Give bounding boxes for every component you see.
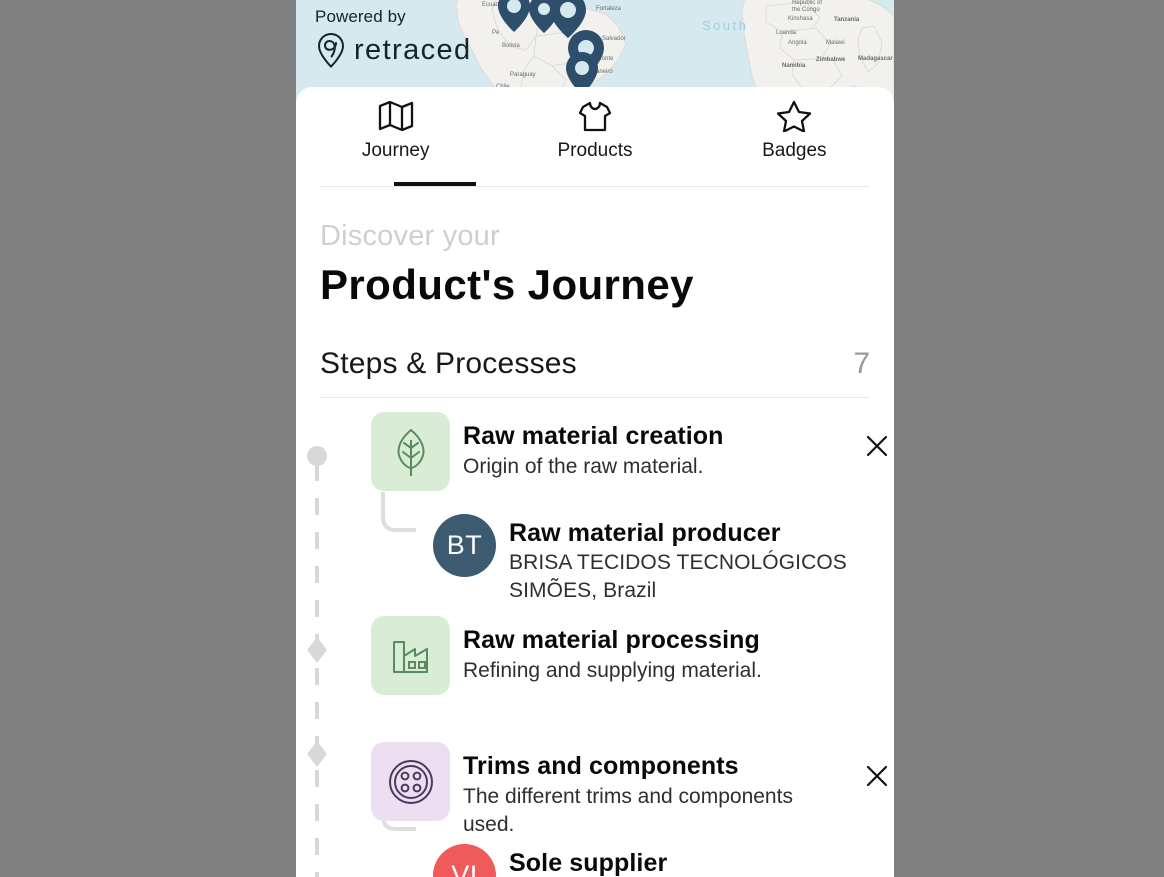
supplier-text: Sole supplier VIBOR FRANCA, Brazil (509, 844, 667, 877)
timeline-step[interactable]: Trims and components The different trims… (320, 742, 894, 842)
tab-journey[interactable]: Journey (296, 99, 495, 186)
map-icon (378, 99, 414, 133)
step-title: Raw material processing (463, 626, 760, 654)
star-icon (777, 99, 812, 133)
svg-text:Kinshasa: Kinshasa (788, 16, 813, 22)
svg-text:Paraguay: Paraguay (510, 72, 536, 78)
step-description: The different trims and components used. (463, 785, 793, 836)
phone-frame: Ecuador Pe Bolivia Paraguay Chile Fortal… (296, 0, 894, 877)
svg-text:Fortaleza: Fortaleza (596, 6, 622, 12)
supplier-row[interactable]: BT Raw material producer BRISA TECIDOS T… (320, 514, 894, 605)
timeline-step[interactable]: Raw material creation Origin of the raw … (320, 412, 894, 512)
factory-icon (392, 640, 428, 673)
step-title: Raw material creation (463, 422, 724, 450)
tab-bar: Journey Products Badges (296, 87, 894, 186)
brand-name: retraced (354, 34, 472, 66)
supplier-name: BRISA TECIDOS TECNOLÓGICOS (509, 551, 847, 574)
brand-block: Powered by retraced (315, 6, 472, 68)
close-icon[interactable] (860, 759, 894, 793)
step-text: Trims and components The different trims… (463, 742, 847, 839)
supplier-location: SIMÕES, Brazil (509, 579, 657, 602)
step-icon-tile (371, 616, 450, 695)
svg-text:the Congo: the Congo (792, 7, 820, 13)
content-sheet: Journey Products Badges Discover your Pr… (296, 87, 894, 877)
tshirt-icon (578, 99, 612, 133)
tab-products[interactable]: Products (495, 99, 694, 186)
steps-section-title: Steps & Processes (320, 347, 577, 380)
svg-text:Malawi: Malawi (826, 40, 845, 46)
supplier-row[interactable]: VI Sole supplier VIBOR FRANCA, Brazil (320, 844, 894, 877)
svg-text:Zimbabwe: Zimbabwe (816, 57, 846, 63)
step-text: Raw material processing Refining and sup… (463, 616, 847, 685)
leaf-icon (396, 428, 425, 476)
tab-journey-label: Journey (361, 140, 430, 161)
supplier-role: Sole supplier (509, 849, 668, 877)
svg-text:Namibia: Namibia (782, 63, 806, 69)
svg-text:Angola: Angola (788, 40, 807, 46)
step-description: Refining and supplying material. (463, 659, 762, 682)
step-icon-tile (371, 412, 450, 491)
button-icon (388, 759, 433, 804)
avatar: VI (433, 844, 496, 877)
journey-timeline: Raw material creation Origin of the raw … (296, 412, 894, 877)
tab-badges-label: Badges (762, 140, 827, 161)
step-icon-tile (371, 742, 450, 821)
svg-text:Tanzania: Tanzania (834, 17, 860, 23)
step-title: Trims and components (463, 752, 739, 780)
active-tab-indicator (394, 182, 476, 186)
close-icon[interactable] (860, 429, 894, 463)
steps-section-header: Steps & Processes 7 (320, 346, 870, 398)
supplier-text: Raw material producer BRISA TECIDOS TECN… (509, 514, 847, 605)
headline-title: Product's Journey (320, 261, 694, 308)
page-title: Discover your Product's Journey (296, 187, 894, 312)
avatar-initials: VI (451, 860, 478, 877)
headline-subtitle: Discover your (320, 220, 500, 252)
avatar: BT (433, 514, 496, 577)
tab-products-label: Products (557, 140, 633, 161)
avatar-initials: BT (446, 530, 483, 560)
svg-text:Bolivia: Bolivia (502, 43, 520, 49)
retraced-pin-logo-icon (317, 32, 345, 68)
svg-text:aneiro: aneiro (596, 69, 613, 75)
timeline-step[interactable]: Raw material processing Refining and sup… (320, 616, 894, 716)
svg-text:Madagascar: Madagascar (858, 56, 893, 62)
ocean-label: South (702, 18, 748, 33)
powered-by-label: Powered by (315, 7, 406, 26)
svg-text:Pe: Pe (492, 30, 500, 36)
step-description: Origin of the raw material. (463, 455, 704, 478)
steps-count-badge: 7 (853, 347, 870, 380)
supplier-role: Raw material producer (509, 519, 781, 547)
svg-text:Luanda: Luanda (776, 30, 797, 36)
tab-badges[interactable]: Badges (695, 99, 894, 186)
svg-text:Republic of: Republic of (792, 0, 822, 6)
svg-text:Salvador: Salvador (602, 36, 626, 42)
step-text: Raw material creation Origin of the raw … (463, 412, 847, 481)
